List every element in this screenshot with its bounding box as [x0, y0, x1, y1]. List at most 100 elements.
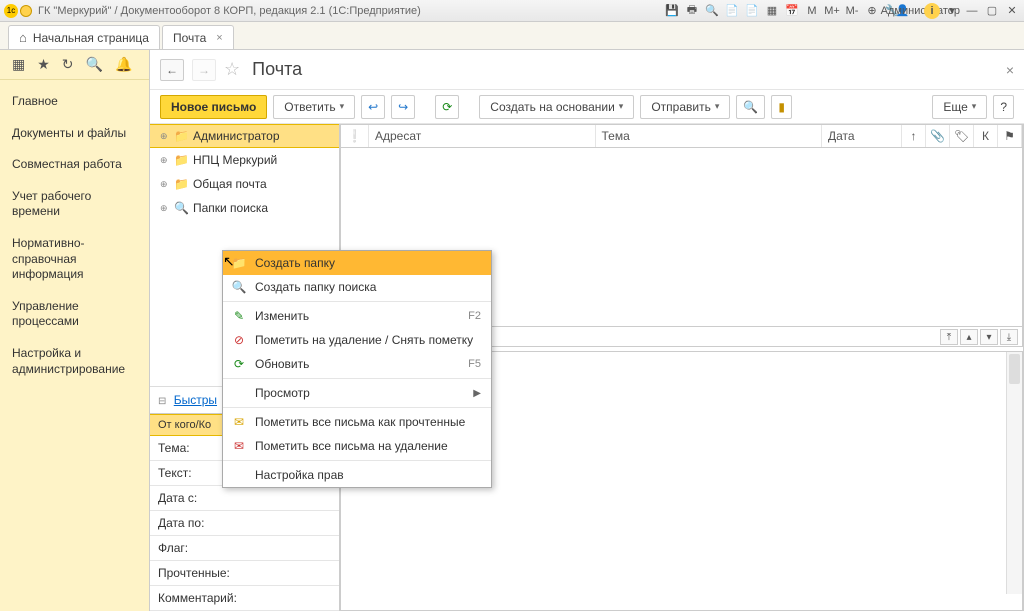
col-recipient[interactable]: Адресат: [369, 125, 596, 147]
address-book-button[interactable]: ▮: [771, 95, 792, 119]
ctx-mark-delete[interactable]: ⊘ Пометить на удаление / Снять пометку: [223, 328, 491, 352]
ctx-create-folder[interactable]: 📁 Создать папку: [223, 251, 491, 275]
tree-label: Администратор: [193, 129, 280, 143]
more-button[interactable]: Еще▾: [932, 95, 987, 119]
tree-item-public[interactable]: ⊕ 📁 Общая почта: [150, 172, 339, 196]
forward-button[interactable]: ↪: [391, 95, 415, 119]
delete-mark-icon: ⊘: [231, 333, 247, 347]
zoom-in-icon[interactable]: ⊕: [864, 3, 880, 19]
reply-all-button[interactable]: ↩: [361, 95, 385, 119]
ctx-view[interactable]: Просмотр ▶: [223, 381, 491, 405]
m-minus-icon[interactable]: M-: [844, 3, 860, 19]
pencil-icon: ✎: [231, 309, 247, 323]
scroll-top-icon[interactable]: ⤒: [940, 329, 958, 345]
tab-mail-label: Почта: [173, 31, 206, 45]
doc2-icon[interactable]: 📄: [744, 3, 760, 19]
search-folder-icon: 🔍: [174, 201, 189, 215]
expander-icon[interactable]: ⊕: [160, 131, 170, 142]
folder-icon: 📁: [174, 129, 189, 143]
favorite-star-icon[interactable]: ☆: [224, 59, 240, 80]
minimize-icon[interactable]: —: [964, 3, 980, 19]
app-dropdown-icon[interactable]: [20, 5, 32, 17]
scroll-down-icon[interactable]: ▾: [980, 329, 998, 345]
search-icon[interactable]: 🔍: [704, 3, 720, 19]
context-menu: 📁 Создать папку 🔍 Создать папку поиска ✎…: [222, 250, 492, 488]
info-icon[interactable]: i: [924, 3, 940, 19]
ctx-mark-delete-all[interactable]: ✉ Пометить все письма на удаление: [223, 434, 491, 458]
menu-collab[interactable]: Совместная работа: [0, 149, 149, 181]
col-flag[interactable]: ❕: [341, 125, 369, 147]
reply-button[interactable]: Ответить▾: [273, 95, 355, 119]
filter-flag[interactable]: Флаг:: [150, 536, 339, 561]
m-icon[interactable]: M: [804, 3, 820, 19]
expander-icon[interactable]: ⊕: [160, 155, 170, 166]
filter-comment[interactable]: Комментарий:: [150, 586, 339, 611]
nav-forward-button[interactable]: →: [192, 59, 216, 81]
close-icon[interactable]: ✕: [1004, 3, 1020, 19]
col-date[interactable]: Дата: [822, 125, 902, 147]
page-title: Почта: [252, 59, 302, 80]
menu-admin[interactable]: Настройка и администрирование: [0, 338, 149, 385]
col-sort[interactable]: ↑: [902, 125, 926, 147]
print-icon[interactable]: 🖶: [684, 3, 700, 19]
menu-docs[interactable]: Документы и файлы: [0, 118, 149, 150]
save-icon[interactable]: 💾: [664, 3, 680, 19]
current-user[interactable]: 👤 Администратор: [904, 3, 920, 19]
ctx-edit[interactable]: ✎ Изменить F2: [223, 304, 491, 328]
dropdown-icon[interactable]: ▾: [944, 3, 960, 19]
col-k[interactable]: К: [974, 125, 998, 147]
new-mail-button[interactable]: Новое письмо: [160, 95, 267, 119]
find-button[interactable]: 🔍: [736, 95, 765, 119]
col-subject[interactable]: Тема: [596, 125, 823, 147]
sections-icon[interactable]: ▦: [12, 56, 25, 73]
filter-read[interactable]: Прочтенные:: [150, 561, 339, 586]
grid-icon[interactable]: ▦: [764, 3, 780, 19]
tab-mail[interactable]: Почта ×: [162, 25, 234, 49]
search-panel-icon[interactable]: 🔍: [86, 56, 103, 73]
help-button[interactable]: ?: [993, 95, 1014, 119]
favorite-icon[interactable]: ★: [37, 56, 50, 73]
col-tag[interactable]: 🏷: [950, 125, 974, 147]
col-flag2[interactable]: ⚑: [998, 125, 1022, 147]
send-button[interactable]: Отправить▾: [640, 95, 730, 119]
col-attachment[interactable]: 📎: [926, 125, 950, 147]
envelope-delete-icon: ✉: [231, 439, 247, 453]
function-iconbar: ▦ ★ ↻ 🔍 🔔: [0, 50, 149, 80]
calc-icon[interactable]: 📅: [784, 3, 800, 19]
scroll-bottom-icon[interactable]: ⤓: [1000, 329, 1018, 345]
quick-filter-link[interactable]: Быстры: [174, 393, 217, 407]
tab-home[interactable]: ⌂ Начальная страница: [8, 25, 160, 49]
tree-item-search[interactable]: ⊕ 🔍 Папки поиска: [150, 196, 339, 220]
tree-label: Общая почта: [193, 177, 267, 191]
history-icon[interactable]: ↻: [62, 56, 74, 73]
preview-scrollbar[interactable]: [1006, 352, 1022, 594]
tree-item-admin[interactable]: ⊕ 📁 Администратор: [150, 124, 339, 148]
expander-icon[interactable]: ⊕: [160, 203, 170, 214]
ctx-rights[interactable]: Настройка прав: [223, 463, 491, 487]
maximize-icon[interactable]: ▢: [984, 3, 1000, 19]
filter-date-from[interactable]: Дата с:: [150, 486, 339, 511]
refresh-button[interactable]: ⟳: [435, 95, 459, 119]
scroll-up-icon[interactable]: ▴: [960, 329, 978, 345]
menu-proc[interactable]: Управление процессами: [0, 291, 149, 338]
page-close-icon[interactable]: ×: [1006, 62, 1014, 78]
filter-date-to[interactable]: Дата по:: [150, 511, 339, 536]
add-search-folder-icon: 🔍: [231, 280, 247, 294]
create-based-button[interactable]: Создать на основании▾: [479, 95, 634, 119]
tree-item-mercury[interactable]: ⊕ 📁 НПЦ Меркурий: [150, 148, 339, 172]
ctx-mark-read[interactable]: ✉ Пометить все письма как прочтенные: [223, 410, 491, 434]
menu-main[interactable]: Главное: [0, 86, 149, 118]
collapse-icon: ⊟: [158, 396, 166, 407]
nav-back-button[interactable]: ←: [160, 59, 184, 81]
function-menu: Главное Документы и файлы Совместная раб…: [0, 80, 149, 391]
menu-time[interactable]: Учет рабочего времени: [0, 181, 149, 228]
ctx-create-search-folder[interactable]: 🔍 Создать папку поиска: [223, 275, 491, 299]
tab-close-icon[interactable]: ×: [216, 32, 222, 44]
function-panel: ▦ ★ ↻ 🔍 🔔 Главное Документы и файлы Совм…: [0, 50, 150, 611]
m-plus-icon[interactable]: M+: [824, 3, 840, 19]
doc-icon[interactable]: 📄: [724, 3, 740, 19]
bell-icon[interactable]: 🔔: [115, 56, 132, 73]
menu-ref[interactable]: Нормативно-справочная информация: [0, 228, 149, 291]
ctx-refresh[interactable]: ⟳ Обновить F5: [223, 352, 491, 376]
expander-icon[interactable]: ⊕: [160, 179, 170, 190]
